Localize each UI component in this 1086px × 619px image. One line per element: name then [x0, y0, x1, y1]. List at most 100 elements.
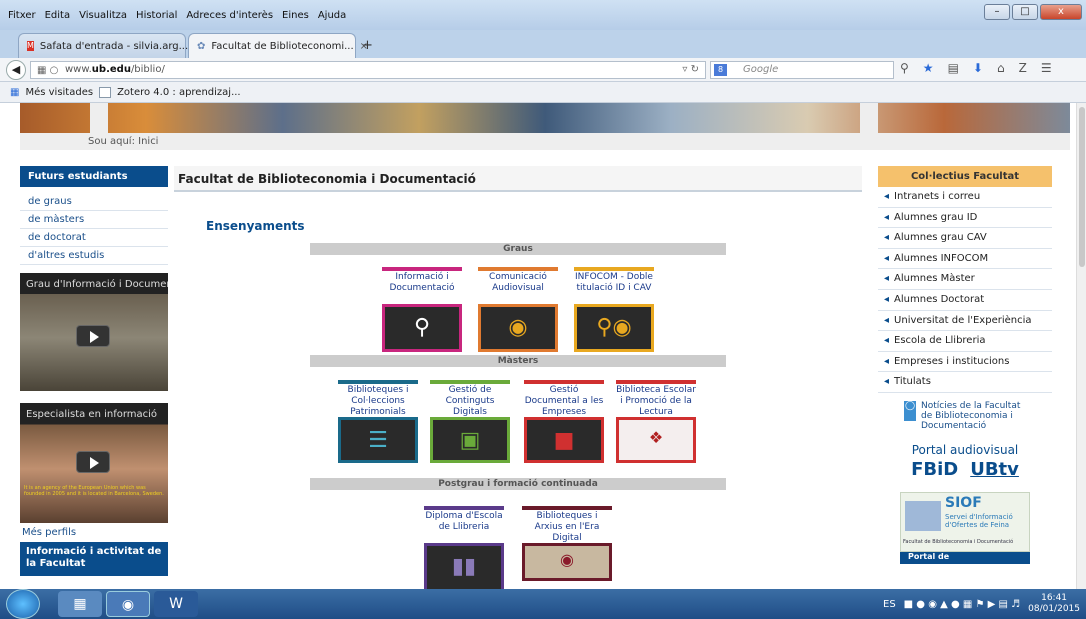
- menu-visualitza[interactable]: Visualitza: [79, 10, 127, 21]
- search-icon[interactable]: ⚲: [900, 61, 909, 75]
- section-heading: Ensenyaments: [206, 219, 305, 233]
- minimize-button[interactable]: –: [984, 4, 1010, 20]
- tile-label: Biblioteques i Col·leccions Patrimonials: [347, 385, 409, 417]
- clock[interactable]: 16:41 08/01/2015: [1028, 593, 1080, 615]
- bookmarks-bar: ▦ Més visitades Zotero 4.0 : aprendizaj.…: [0, 82, 1086, 103]
- video-title: Grau d'Informació i Documentació: [26, 279, 168, 290]
- link-empreses[interactable]: Empreses i institucions: [878, 352, 1052, 373]
- back-button[interactable]: ◀: [6, 60, 26, 80]
- right-column: Col·lectius Facultat Intranets i correu …: [878, 166, 1052, 564]
- search-camera-icon: ⚲◉: [596, 315, 632, 340]
- tile-biblioteques-arxius[interactable]: Biblioteques i Arxius en l'Era Digital ◉: [522, 506, 612, 581]
- link-alumnes-grau-cav[interactable]: Alumnes grau CAV: [878, 228, 1052, 249]
- search-placeholder: Google: [743, 64, 779, 75]
- group-masters-heading: Màsters: [310, 355, 726, 367]
- books-icon: ☰: [368, 428, 388, 453]
- tile-informacio-documentacio[interactable]: Informació i Documentació ⚲: [382, 267, 462, 352]
- menu-edita[interactable]: Edita: [45, 10, 71, 21]
- mes-perfils-link[interactable]: Més perfils: [20, 523, 168, 542]
- group-graus-heading: Graus: [310, 243, 726, 255]
- url-prefix: www.: [65, 64, 92, 75]
- info-activitat-heading[interactable]: Informació i activitat de la Facultat: [20, 542, 168, 576]
- bookmark-mes-visitades[interactable]: Més visitades: [25, 87, 93, 98]
- ubtv-logo[interactable]: UBtv: [970, 459, 1019, 480]
- word-icon[interactable]: W: [154, 591, 198, 617]
- clock-time: 16:41: [1041, 593, 1068, 603]
- siof-footer: Facultat de Biblioteconomia i Documentac…: [903, 538, 1014, 545]
- link-intranets[interactable]: Intranets i correu: [878, 187, 1052, 208]
- link-masters[interactable]: de màsters: [20, 211, 168, 229]
- tile-label: Informació i Documentació: [389, 272, 455, 293]
- reading-list-icon[interactable]: ▤: [948, 61, 959, 75]
- search-engine-icon[interactable]: 8: [714, 64, 727, 76]
- futurs-estudiants-heading: Futurs estudiants: [20, 166, 168, 187]
- tile-comunicacio-audiovisual[interactable]: Comunicació Audiovisual ◉: [478, 267, 558, 352]
- video-especialista[interactable]: Especialista en informació It is an agen…: [20, 403, 168, 523]
- link-alumnes-grau-id[interactable]: Alumnes grau ID: [878, 208, 1052, 229]
- menu-historial[interactable]: Historial: [136, 10, 177, 21]
- new-tab-button[interactable]: +: [362, 38, 373, 53]
- tab-gmail[interactable]: M Safata d'entrada - silvia.arg... ×: [18, 33, 203, 58]
- portal-do-banner[interactable]: Portal de: [900, 551, 1030, 564]
- video-caption: It is an agency of the European Union wh…: [24, 485, 164, 497]
- page-scrollbar[interactable]: [1076, 103, 1086, 589]
- search-input[interactable]: 8 Google: [710, 61, 894, 79]
- menu-bar: Fitxer Edita Visualitza Historial Adrece…: [0, 0, 1086, 30]
- site-identity-icon: ▦ ○: [37, 65, 59, 76]
- url-bar[interactable]: ▦ ○ www.ub.edu/biblio/ ▿ ↻: [30, 61, 706, 79]
- tile-label: Biblioteques i Arxius en l'Era Digital: [534, 511, 600, 543]
- tile-biblioteques-colleccions[interactable]: Biblioteques i Col·leccions Patrimonials…: [338, 380, 418, 463]
- download-icon[interactable]: ⬇: [973, 61, 983, 75]
- video-grau[interactable]: Grau d'Informació i Documentació: [20, 273, 168, 391]
- tile-infocom[interactable]: INFOCOM - Doble titulació ID i CAV ⚲◉: [574, 267, 654, 352]
- portal-audiovisual-link[interactable]: Portal audiovisual: [878, 431, 1052, 457]
- fbid-logo[interactable]: FBiD: [911, 459, 958, 480]
- maximize-button[interactable]: □: [1012, 4, 1038, 20]
- start-button[interactable]: [6, 589, 40, 619]
- explorer-icon[interactable]: ▦: [58, 591, 102, 617]
- play-icon[interactable]: [76, 451, 110, 473]
- url-path: /biblio/: [130, 64, 165, 75]
- firefox-icon[interactable]: ◉: [106, 591, 150, 617]
- language-indicator[interactable]: ES: [883, 599, 896, 610]
- link-alumnes-doctorat[interactable]: Alumnes Doctorat: [878, 290, 1052, 311]
- siof-banner[interactable]: SIOF Servei d'Informació d'Ofertes de Fe…: [900, 491, 1030, 552]
- most-visited-icon: ▦: [10, 86, 20, 98]
- bookmark-zotero[interactable]: Zotero 4.0 : aprendizaj...: [117, 87, 241, 98]
- menu-eines[interactable]: Eines: [282, 10, 309, 21]
- touch-doc-icon: ▣: [459, 428, 481, 453]
- tab-facultat[interactable]: ✿ Facultat de Biblioteconomi... ×: [188, 33, 368, 58]
- zotero-icon[interactable]: Z: [1019, 61, 1027, 75]
- home-icon[interactable]: ⌂: [997, 61, 1005, 75]
- menu-ajuda[interactable]: Ajuda: [318, 10, 346, 21]
- tray-icons[interactable]: ■ ● ◉ ▲ ● ▦ ⚑ ▶ ▤ ♬: [904, 599, 1020, 610]
- tile-biblioteca-escolar[interactable]: Biblioteca Escolar i Promoció de la Lect…: [616, 380, 696, 463]
- chat-icon: ■: [553, 428, 575, 453]
- siof-title: SIOF: [945, 494, 982, 511]
- clock-date: 08/01/2015: [1028, 604, 1080, 614]
- tile-diploma-llibreria[interactable]: Diploma d'Escola de Llibreria ▮▮: [424, 506, 504, 589]
- link-escola-llibreria[interactable]: Escola de Llibreria: [878, 331, 1052, 352]
- tile-gestio-continguts[interactable]: Gestió de Continguts Digitals ▣: [430, 380, 510, 463]
- group-postgrau-heading: Postgrau i formació continuada: [310, 478, 726, 490]
- link-alumnes-master[interactable]: Alumnes Màster: [878, 269, 1052, 290]
- link-doctorat[interactable]: de doctorat: [20, 229, 168, 247]
- link-titulats[interactable]: Titulats: [878, 372, 1052, 393]
- bookmark-star-icon[interactable]: ★: [923, 61, 934, 75]
- link-universitat-experiencia[interactable]: Universitat de l'Experiència: [878, 311, 1052, 332]
- bookshelf-icon: ▮▮: [451, 554, 477, 579]
- tile-gestio-documental[interactable]: Gestió Documental a les Empreses ■: [524, 380, 604, 463]
- play-icon[interactable]: [76, 325, 110, 347]
- link-altres-estudis[interactable]: d'altres estudis: [20, 247, 168, 265]
- noticies-link[interactable]: ◯ Notícies de la Facultat de Bibliotecon…: [878, 393, 1052, 431]
- menu-fitxer[interactable]: Fitxer: [8, 10, 36, 21]
- folder-icon: [99, 86, 112, 98]
- close-window-button[interactable]: x: [1040, 4, 1082, 20]
- link-graus[interactable]: de graus: [20, 193, 168, 211]
- menu-adreces[interactable]: Adreces d'interès: [186, 10, 273, 21]
- menu-icon[interactable]: ☰: [1041, 61, 1052, 75]
- taskbar: ▦ ◉ W ES ■ ● ◉ ▲ ● ▦ ⚑ ▶ ▤ ♬ 16:41 08/01…: [0, 589, 1086, 619]
- page-title: Facultat de Biblioteconomia i Documentac…: [174, 166, 862, 192]
- reload-icon[interactable]: ▿ ↻: [682, 62, 699, 78]
- link-alumnes-infocom[interactable]: Alumnes INFOCOM: [878, 249, 1052, 270]
